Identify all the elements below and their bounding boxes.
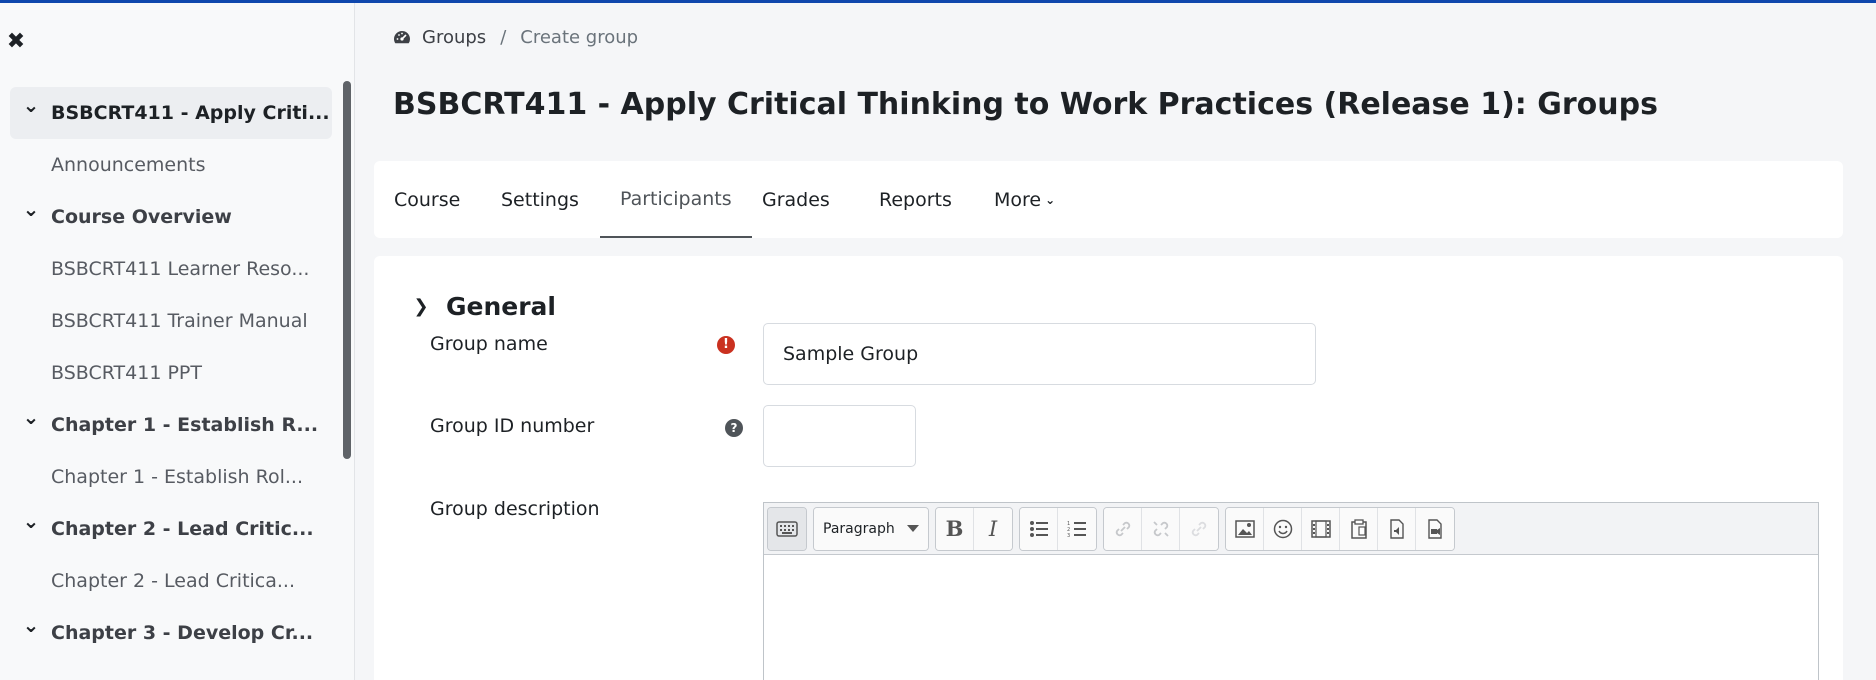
tab-label: Grades [762, 188, 830, 211]
dropdown-arrow-icon [907, 525, 919, 532]
record-video-icon[interactable] [1416, 507, 1454, 550]
sidebar-item[interactable]: BSBCRT411 Learner Reso... [10, 243, 332, 295]
sidebar-item-label: BSBCRT411 PPT [51, 362, 202, 384]
sidebar-item[interactable]: Chapter 2 - Lead Critica... [10, 555, 332, 607]
sidebar-item-label: Chapter 1 - Establish R... [51, 414, 319, 436]
sidebar-item-label: Course Overview [51, 206, 232, 228]
chevron-down-icon[interactable]: ⌄ [22, 95, 40, 115]
breadcrumb: Groups / Create group [392, 27, 638, 48]
manage-files-icon[interactable] [1340, 507, 1378, 550]
paragraph-style-value: Paragraph [823, 520, 895, 537]
course-index: ⌄ BSBCRT411 - Apply Criti... Announcements… [10, 87, 332, 659]
group-name-input[interactable] [763, 323, 1316, 385]
create-group-form: ❯ General Group name ! Group ID number ?… [374, 256, 1843, 680]
chevron-down-icon: ❯ [413, 296, 429, 317]
sidebar-scrollbar[interactable] [343, 81, 351, 459]
editor-content-area[interactable] [764, 555, 1818, 680]
sidebar-item-label: Chapter 2 - Lead Critica... [51, 570, 296, 592]
toolbar-group [1225, 506, 1455, 551]
chevron-down-icon[interactable]: ⌄ [22, 511, 40, 531]
description-editor: Paragraph B I 123 [763, 502, 1819, 680]
sidebar-section[interactable]: ⌄ BSBCRT411 - Apply Criti... [10, 87, 332, 139]
tab-participants[interactable]: Participants [600, 161, 752, 238]
chevron-down-icon[interactable]: ⌄ [22, 407, 40, 427]
anchor-icon[interactable] [1180, 507, 1218, 550]
toolbar-group: B I [935, 506, 1013, 551]
chevron-down-icon[interactable]: ⌄ [22, 199, 40, 219]
sidebar-section[interactable]: ⌄ Chapter 2 - Lead Critic... [10, 503, 332, 555]
main-region: Groups / Create group BSBCRT411 - Apply … [356, 3, 1876, 680]
secondary-navigation: Course Settings Participants Grades Repo… [374, 161, 1843, 238]
chevron-down-icon: ⌄ [1045, 192, 1056, 207]
breadcrumb-link-groups[interactable]: Groups [422, 27, 486, 48]
tab-label: Participants [620, 187, 732, 210]
toolbar-group: 123 [1019, 506, 1097, 551]
group-name-label: Group name [430, 333, 548, 355]
section-header-general[interactable]: ❯ General [410, 292, 556, 321]
bullet-list-icon[interactable] [1020, 507, 1058, 550]
group-id-label: Group ID number [430, 415, 595, 437]
sidebar-item[interactable]: Chapter 1 - Establish Rol... [10, 451, 332, 503]
tab-label: Settings [501, 188, 579, 211]
sidebar-item[interactable]: BSBCRT411 PPT [10, 347, 332, 399]
link-icon[interactable] [1104, 507, 1142, 550]
group-id-input[interactable] [763, 405, 916, 467]
tab-label: Course [394, 188, 461, 211]
media-icon[interactable] [1302, 507, 1340, 550]
group-description-label: Group description [430, 498, 600, 520]
tab-settings[interactable]: Settings [481, 161, 599, 238]
sidebar-item[interactable]: BSBCRT411 Trainer Manual [10, 295, 332, 347]
sidebar-item[interactable]: Announcements [10, 139, 332, 191]
svg-text:3: 3 [1067, 533, 1070, 538]
required-icon: ! [717, 336, 735, 354]
emoji-icon[interactable] [1264, 507, 1302, 550]
breadcrumb-current: Create group [520, 27, 639, 48]
section-title: General [446, 292, 556, 321]
sidebar-item-label: Chapter 3 - Develop Cr... [51, 622, 314, 644]
tab-label: Reports [879, 188, 952, 211]
sidebar-item-label: BSBCRT411 Learner Reso... [51, 258, 310, 280]
tab-more[interactable]: More ⌄ [974, 161, 1075, 238]
toolbar-group [1103, 506, 1219, 551]
tab-label: More [994, 188, 1042, 211]
sidebar-item-label: BSBCRT411 - Apply Criti... [51, 102, 330, 124]
tab-course[interactable]: Course [374, 161, 480, 238]
sidebar-section[interactable]: ⌄ Chapter 3 - Develop Cr... [10, 607, 332, 659]
tab-grades[interactable]: Grades [742, 161, 850, 238]
unlink-icon[interactable] [1142, 507, 1180, 550]
breadcrumb-separator: / [500, 27, 507, 48]
toolbar-group: Paragraph [813, 506, 929, 551]
toolbar-group [767, 506, 807, 551]
close-icon[interactable]: ✖ [4, 29, 28, 55]
sidebar-item-label: BSBCRT411 Trainer Manual [51, 310, 308, 332]
course-index-drawer: ✖ ⌄ BSBCRT411 - Apply Criti... Announcemen… [0, 3, 355, 680]
keyboard-icon[interactable] [768, 507, 806, 550]
gauge-icon [394, 30, 410, 43]
chevron-down-icon[interactable]: ⌄ [22, 615, 40, 635]
sidebar-section[interactable]: ⌄ Course Overview [10, 191, 332, 243]
image-icon[interactable] [1226, 507, 1264, 550]
sidebar-item-label: Announcements [51, 154, 206, 176]
record-audio-icon[interactable] [1378, 507, 1416, 550]
sidebar-item-label: Chapter 2 - Lead Critic... [51, 518, 314, 540]
help-icon[interactable]: ? [725, 419, 743, 437]
page-title: BSBCRT411 - Apply Critical Thinking to W… [393, 87, 1658, 122]
editor-toolbar: Paragraph B I 123 [764, 503, 1818, 555]
sidebar-item-label: Chapter 1 - Establish Rol... [51, 466, 303, 488]
paragraph-style-select[interactable]: Paragraph [814, 507, 928, 550]
italic-icon[interactable]: I [974, 507, 1012, 550]
tab-reports[interactable]: Reports [859, 161, 972, 238]
bold-icon[interactable]: B [936, 507, 974, 550]
numbered-list-icon[interactable]: 123 [1058, 507, 1096, 550]
sidebar-section[interactable]: ⌄ Chapter 1 - Establish R... [10, 399, 332, 451]
